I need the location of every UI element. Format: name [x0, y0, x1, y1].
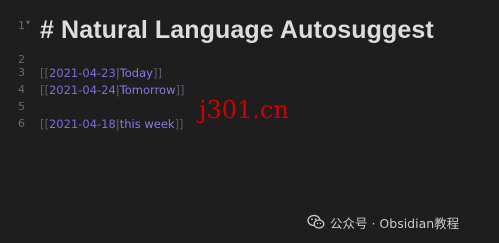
- line-number: 2: [18, 53, 25, 66]
- internal-link[interactable]: [[2021-04-24|Tomorrow]]: [40, 83, 184, 97]
- line-number: 3: [18, 66, 25, 79]
- link-alias[interactable]: Today: [120, 66, 153, 80]
- markdown-editor[interactable]: 1 ▾ # Natural Language Autosuggest 2 3 […: [0, 0, 499, 243]
- link-alias[interactable]: this week: [120, 117, 175, 131]
- brand-text: 公众号 · Obsidian教程: [330, 215, 460, 231]
- link-target[interactable]: 2021-04-23: [49, 66, 116, 80]
- link-alias[interactable]: Tomorrow: [120, 83, 176, 97]
- internal-link[interactable]: [[2021-04-18|this week]]: [40, 117, 184, 131]
- editor-line-3[interactable]: 3 [[2021-04-23|Today]]: [0, 66, 499, 82]
- link-target[interactable]: 2021-04-18: [49, 117, 116, 131]
- link-target[interactable]: 2021-04-24: [49, 83, 116, 97]
- line-number: 6: [18, 117, 25, 130]
- site-watermark: j301.cn: [199, 96, 289, 124]
- brand-watermark: 公众号 · Obsidian教程: [307, 212, 459, 232]
- wechat-icon: [307, 214, 325, 229]
- editor-line-1[interactable]: 1 ▾ # Natural Language Autosuggest: [0, 16, 499, 46]
- fold-arrow-icon[interactable]: ▾: [26, 18, 30, 27]
- heading-text: # Natural Language Autosuggest: [40, 16, 434, 44]
- internal-link[interactable]: [[2021-04-23|Today]]: [40, 66, 162, 80]
- line-number: 4: [18, 83, 25, 96]
- line-number: 5: [18, 100, 25, 113]
- line-number: 1: [18, 19, 25, 32]
